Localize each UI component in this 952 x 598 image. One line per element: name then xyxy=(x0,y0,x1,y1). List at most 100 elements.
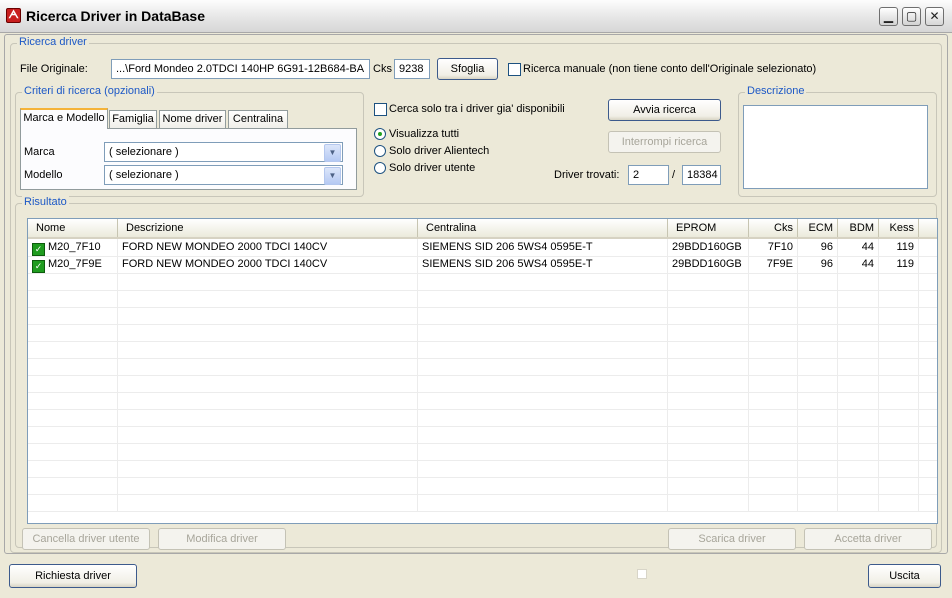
cell-eprom xyxy=(668,290,749,307)
criteri-legend: Criteri di ricerca (opzionali) xyxy=(22,85,157,97)
cell-descrizione xyxy=(118,358,418,375)
radio-solo-alientech-label: Solo driver Alientech xyxy=(389,145,490,157)
col-kess[interactable]: Kess xyxy=(879,219,919,237)
cell-descrizione xyxy=(118,477,418,494)
window-title: Ricerca Driver in DataBase xyxy=(26,8,205,24)
modifica-driver-button[interactable]: Modifica driver xyxy=(158,528,286,550)
avvia-ricerca-button[interactable]: Avvia ricerca xyxy=(608,99,721,121)
maximize-button[interactable]: ▢ xyxy=(902,7,921,26)
table-row[interactable]: ✓ M20_7F10 FORD NEW MONDEO 2000 TDCI 140CV… xyxy=(28,239,937,257)
manual-search-label: Ricerca manuale (non tiene conto dell'Or… xyxy=(523,63,817,75)
col-descrizione[interactable]: Descrizione xyxy=(118,219,418,237)
col-cks[interactable]: Cks xyxy=(749,219,798,237)
descrizione-text-area[interactable] xyxy=(743,105,928,189)
descrizione-group: Descrizione xyxy=(738,85,937,197)
table-row[interactable] xyxy=(28,426,937,444)
cell-nome xyxy=(28,307,118,324)
sfoglia-button[interactable]: Sfoglia xyxy=(437,58,498,80)
cell-centralina xyxy=(418,392,668,409)
file-originale-field[interactable]: ...\Ford Mondeo 2.0TDCI 140HP 6G91-12B68… xyxy=(111,59,370,79)
tab-nome-driver[interactable]: Nome driver xyxy=(159,110,226,128)
cell-cks xyxy=(749,426,798,443)
richiesta-driver-button[interactable]: Richiesta driver xyxy=(9,564,137,588)
cell-kess xyxy=(879,324,919,341)
col-ecm[interactable]: ECM xyxy=(798,219,838,237)
table-row[interactable] xyxy=(28,460,937,478)
table-row[interactable] xyxy=(28,324,937,342)
table-row[interactable] xyxy=(28,375,937,393)
scarica-driver-button[interactable]: Scarica driver xyxy=(668,528,796,550)
modello-select[interactable]: ( selezionare ) ▼ xyxy=(104,165,343,185)
col-bdm[interactable]: BDM xyxy=(838,219,879,237)
cell-ecm xyxy=(798,341,838,358)
row-check-icon[interactable]: ✓ xyxy=(32,243,45,256)
cell-descrizione xyxy=(118,273,418,290)
table-row[interactable] xyxy=(28,358,937,376)
table-row[interactable]: ✓ M20_7F9E FORD NEW MONDEO 2000 TDCI 140CV… xyxy=(28,256,937,274)
col-centralina[interactable]: Centralina xyxy=(418,219,668,237)
cell-cks xyxy=(749,392,798,409)
cell-eprom xyxy=(668,494,749,511)
cell-bdm xyxy=(838,307,879,324)
interrompi-ricerca-button[interactable]: Interrompi ricerca xyxy=(608,131,721,153)
cks-label: Cks xyxy=(373,63,392,75)
table-row[interactable] xyxy=(28,494,937,512)
cell-cks xyxy=(749,409,798,426)
table-row[interactable] xyxy=(28,290,937,308)
cell-nome xyxy=(28,273,118,290)
table-row[interactable] xyxy=(28,443,937,461)
driver-trovati-field: 2 xyxy=(628,165,669,185)
cell-centralina xyxy=(418,307,668,324)
col-nome[interactable]: Nome xyxy=(28,219,118,237)
table-row[interactable] xyxy=(28,409,937,427)
cell-kess xyxy=(879,307,919,324)
cell-eprom xyxy=(668,477,749,494)
cell-kess-text: 119 xyxy=(896,241,914,253)
cell-descrizione-text: FORD NEW MONDEO 2000 TDCI 140CV xyxy=(122,241,328,253)
cell-kess xyxy=(879,273,919,290)
table-row[interactable] xyxy=(28,392,937,410)
cell-ecm xyxy=(798,307,838,324)
cell-kess: 119 xyxy=(879,256,919,273)
row-check-icon[interactable]: ✓ xyxy=(32,260,45,273)
uscita-button[interactable]: Uscita xyxy=(868,564,941,588)
only-available-checkbox[interactable] xyxy=(374,103,387,116)
cell-ecm xyxy=(798,443,838,460)
manual-search-checkbox[interactable] xyxy=(508,63,521,76)
cell-centralina-text: SIEMENS SID 206 5WS4 0595E-T xyxy=(422,258,593,270)
col-eprom[interactable]: EPROM xyxy=(668,219,749,237)
radio-solo-alientech[interactable] xyxy=(374,145,386,157)
table-row[interactable] xyxy=(28,477,937,495)
cell-bdm: 44 xyxy=(838,239,879,256)
cell-kess xyxy=(879,426,919,443)
accetta-driver-button[interactable]: Accetta driver xyxy=(804,528,932,550)
cell-nome xyxy=(28,477,118,494)
results-table[interactable]: Nome Descrizione Centralina EPROM Cks EC… xyxy=(27,218,938,524)
minimize-button[interactable]: ▁ xyxy=(879,7,898,26)
tab-famiglia[interactable]: Famiglia xyxy=(109,110,157,128)
marca-select[interactable]: ( selezionare ) ▼ xyxy=(104,142,343,162)
only-available-label: Cerca solo tra i driver gia' disponibili xyxy=(389,103,565,115)
radio-solo-utente[interactable] xyxy=(374,162,386,174)
cell-bdm xyxy=(838,358,879,375)
cks-field[interactable]: 9238 xyxy=(394,59,430,79)
cell-nome xyxy=(28,460,118,477)
cell-kess xyxy=(879,460,919,477)
close-button[interactable]: ✕ xyxy=(925,7,944,26)
table-row[interactable] xyxy=(28,273,937,291)
cancella-driver-utente-button[interactable]: Cancella driver utente xyxy=(22,528,150,550)
table-row[interactable] xyxy=(28,341,937,359)
cell-ecm: 96 xyxy=(798,256,838,273)
cell-ecm xyxy=(798,358,838,375)
cell-kess xyxy=(879,494,919,511)
tab-marca-modello[interactable]: Marca e Modello xyxy=(20,108,108,129)
cell-nome xyxy=(28,290,118,307)
cell-nome xyxy=(28,392,118,409)
cell-cks: 7F10 xyxy=(749,239,798,256)
cell-eprom xyxy=(668,341,749,358)
table-row[interactable] xyxy=(28,307,937,325)
tab-centralina[interactable]: Centralina xyxy=(228,110,288,128)
criteri-group: Criteri di ricerca (opzionali) Marca e M… xyxy=(15,85,364,197)
cell-bdm xyxy=(838,443,879,460)
radio-visualizza-tutti[interactable] xyxy=(374,128,386,140)
